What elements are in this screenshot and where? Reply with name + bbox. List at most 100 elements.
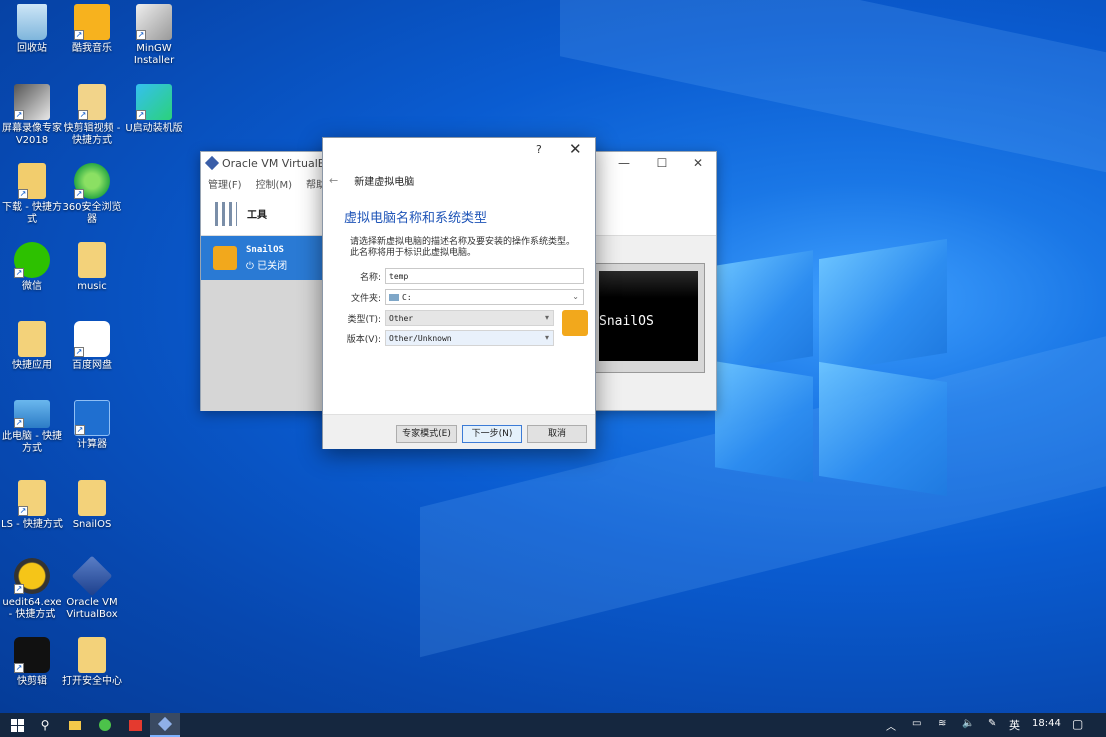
desktop-icon-ls[interactable]: ↗ LS - 快捷方式 <box>0 480 64 531</box>
pen-icon[interactable]: ✎ <box>988 718 996 729</box>
desktop-icon-u-start[interactable]: ↗ U启动装机版 <box>122 84 186 135</box>
desktop-icon-mingw[interactable]: ↗ MinGW Installer <box>122 4 186 67</box>
desktop-icon-shortcut-apps[interactable]: 快捷应用 <box>0 321 64 372</box>
desktop-icon-calculator[interactable]: ↗ 计算器 <box>60 400 124 451</box>
taskbar: ⚲ ︿ ▭ ≋ 🔈 ✎ 英 18:44 ▢ <box>0 713 1106 737</box>
desktop-icon-wechat[interactable]: ↗ 微信 <box>0 242 64 293</box>
virtualbox-logo-icon <box>204 155 220 171</box>
desktop-icon-security-center[interactable]: 打开安全中心 <box>60 637 124 688</box>
tray-expand-icon[interactable]: ︿ <box>886 718 896 733</box>
expert-mode-button[interactable]: 专家模式(E) <box>396 425 457 443</box>
desktop-icon-music-folder[interactable]: music <box>60 242 124 293</box>
minimize-button[interactable]: — <box>617 156 631 170</box>
dropdown-arrow-icon: ▾ <box>544 333 549 342</box>
wizard-description: 请选择新虚拟电脑的描述名称及要安装的操作系统类型。此名称将用于标识此虚拟电脑。 <box>350 237 576 258</box>
input-language[interactable]: 英 <box>1009 717 1020 733</box>
cancel-button[interactable]: 取消 <box>527 425 587 443</box>
vm-list-item[interactable]: SnailOS ⏻ 已关闭 <box>201 236 323 280</box>
dialog-close-button[interactable]: ✕ <box>569 140 582 158</box>
chevron-down-icon: ⌄ <box>572 292 579 301</box>
notification-icon[interactable]: ▢ <box>1072 717 1083 731</box>
name-input[interactable]: temp <box>385 268 584 284</box>
folder-row: 文件夹: C: ⌄ <box>323 289 597 305</box>
desktop-icon-screen-recorder[interactable]: ↗ 屏幕录像专家 V2018 <box>0 84 64 147</box>
video-editor-shortcut-icon: ↗ <box>78 84 106 120</box>
downloads-folder-icon: ↗ <box>18 163 46 199</box>
kuaijianji-icon: ↗ <box>14 637 50 673</box>
taskbar-virtualbox[interactable] <box>150 713 180 737</box>
desktop-icon-kuwo-music[interactable]: ↗ 酷我音乐 <box>60 4 124 55</box>
desktop-icon-downloads[interactable]: ↗ 下载 - 快捷方式 <box>0 163 64 226</box>
maximize-button[interactable]: ☐ <box>655 156 669 170</box>
desktop-icon-label: 360安全浏览器 <box>62 202 122 225</box>
vm-list: SnailOS ⏻ 已关闭 <box>201 236 323 411</box>
screen-recorder-icon: ↗ <box>14 84 50 120</box>
wifi-icon[interactable]: ≋ <box>938 718 946 729</box>
snail-os-icon <box>213 246 237 270</box>
close-button[interactable]: ✕ <box>691 156 705 170</box>
desktop-icon-virtualbox[interactable]: Oracle VM VirtualBox <box>60 555 124 621</box>
taskbar-360-browser[interactable] <box>90 713 120 737</box>
taskbar-file-explorer[interactable] <box>60 713 90 737</box>
windows-start-icon <box>10 718 24 732</box>
desktop-icon-label: MinGW Installer <box>133 43 175 66</box>
desktop-icon-label: 打开安全中心 <box>62 676 122 687</box>
desktop-icon-recycle-bin[interactable]: 回收站 <box>0 4 64 55</box>
dropdown-arrow-icon: ▾ <box>544 313 549 322</box>
drive-icon <box>389 293 399 301</box>
u-start-icon: ↗ <box>136 84 172 120</box>
help-button[interactable]: ? <box>536 143 542 156</box>
desktop-icon-video-editor[interactable]: ↗ 快剪辑视频 - 快捷方式 <box>60 84 124 147</box>
ls-folder-icon: ↗ <box>18 480 46 516</box>
security-center-icon <box>78 637 106 673</box>
wizard-header: ← 新建虚拟电脑 <box>329 173 414 188</box>
virtualbox-icon <box>157 716 173 732</box>
virtualbox-title: Oracle VM VirtualBox <box>222 156 339 170</box>
desktop-icon-ultraedit[interactable]: ↗ uedit64.exe - 快捷方式 <box>0 558 64 621</box>
name-row: 名称: temp <box>323 268 597 284</box>
recycle-bin-icon <box>17 4 47 40</box>
desktop-icon-label: LS - 快捷方式 <box>1 519 63 530</box>
next-button[interactable]: 下一步(N) <box>462 425 522 443</box>
wizard-heading: 虚拟电脑名称和系统类型 <box>344 211 488 226</box>
desktop-icon-kuaijianji[interactable]: ↗ 快剪辑 <box>0 637 64 688</box>
desktop-icon-label: 回收站 <box>17 43 47 54</box>
version-select[interactable]: Other/Unknown ▾ <box>385 330 554 346</box>
vm-preview-screen: SnailOS <box>599 271 698 361</box>
desktop-icon-label: uedit64.exe - 快捷方式 <box>2 597 62 620</box>
virtualbox-icon <box>71 555 113 597</box>
start-button[interactable] <box>2 713 32 737</box>
volume-icon[interactable]: 🔈 <box>962 718 974 729</box>
search-button[interactable]: ⚲ <box>30 713 60 737</box>
dialog-titlebar: ? ✕ <box>323 138 595 164</box>
desktop-icon-label: 屏幕录像专家 V2018 <box>2 123 62 146</box>
name-label: 名称: <box>359 272 381 283</box>
360-browser-icon <box>99 719 111 731</box>
desktop-icon-label: 下载 - 快捷方式 <box>2 202 62 225</box>
version-value: Other/Unknown <box>389 333 452 343</box>
menu-manage[interactable]: 管理(F) <box>208 176 242 191</box>
type-select[interactable]: Other ▾ <box>385 310 554 326</box>
taskbar-wps[interactable] <box>120 713 150 737</box>
calculator-icon: ↗ <box>74 400 110 436</box>
folder-select[interactable]: C: ⌄ <box>385 289 584 305</box>
back-arrow-icon[interactable]: ← <box>329 174 338 187</box>
menu-machine[interactable]: 控制(M) <box>256 176 292 191</box>
baidu-netdisk-icon: ↗ <box>74 321 110 357</box>
windows-logo-pane <box>715 361 813 483</box>
wps-icon <box>128 719 142 731</box>
desktop-icon-label: 百度网盘 <box>72 360 112 371</box>
folder-icon <box>69 720 81 730</box>
desktop-icon-360-browser[interactable]: ↗ 360安全浏览器 <box>60 163 124 226</box>
new-vm-dialog[interactable]: ? ✕ ← 新建虚拟电脑 虚拟电脑名称和系统类型 请选择新虚拟电脑的描述名称及要… <box>322 137 596 449</box>
battery-icon[interactable]: ▭ <box>912 718 921 729</box>
desktop-icon-baidu-netdisk[interactable]: ↗ 百度网盘 <box>60 321 124 372</box>
desktop-icon-snailos[interactable]: SnailOS <box>60 480 124 531</box>
desktop-icon-label: Oracle VM VirtualBox <box>66 597 118 620</box>
desktop-icon-this-pc[interactable]: ↗ 此电脑 - 快捷方式 <box>0 400 64 455</box>
version-label: 版本(V): <box>346 334 381 345</box>
windows-logo-pane <box>819 361 947 497</box>
windows-logo-pane <box>819 238 947 374</box>
type-value: Other <box>389 313 414 323</box>
clock[interactable]: 18:44 <box>1032 718 1061 729</box>
